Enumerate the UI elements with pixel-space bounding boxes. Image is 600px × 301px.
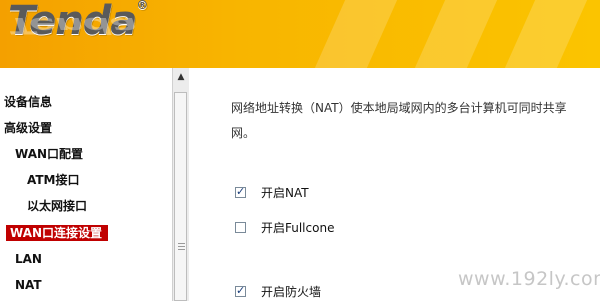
option-enable-fullcone[interactable]: 开启Fullcone	[235, 219, 334, 236]
nat-description-line2: 网。	[231, 126, 256, 140]
option-enable-firewall[interactable]: 开启防火墙	[235, 283, 321, 300]
enable-fullcone-label: 开启Fullcone	[261, 221, 335, 235]
sidebar-item-nat[interactable]: NAT	[15, 277, 42, 293]
sidebar-item-atm-interface[interactable]: ATM接口	[27, 172, 79, 188]
nat-description-line1: 网络地址转换（NAT）使本地局域网内的多台计算机可同时共享	[231, 101, 567, 115]
sidebar-item-lan[interactable]: LAN	[15, 251, 42, 267]
nat-description: 网络地址转换（NAT）使本地局域网内的多台计算机可同时共享 网。	[231, 96, 600, 146]
enable-fullcone-checkbox[interactable]	[235, 222, 246, 233]
enable-firewall-checkbox[interactable]	[235, 284, 246, 297]
enable-nat-label: 开启NAT	[261, 186, 309, 200]
sidebar-item-device-info[interactable]: 设备信息	[4, 94, 52, 110]
header-banner: Tenda® Tenda	[0, 0, 600, 68]
sidebar-item-advanced-settings[interactable]: 高级设置	[4, 120, 52, 136]
option-enable-nat[interactable]: 开启NAT	[235, 184, 309, 201]
sidebar-scrollbar[interactable]: ▲	[172, 68, 189, 301]
sidebar-item-ethernet-interface[interactable]: 以太网接口	[27, 198, 87, 214]
scroll-up-arrow-icon[interactable]: ▲	[173, 68, 189, 86]
sidebar-item-wan-config[interactable]: WAN口配置	[15, 146, 83, 162]
sidebar-nav: 设备信息 高级设置 WAN口配置 ATM接口 以太网接口 WAN口连接设置 LA…	[0, 68, 173, 301]
banner-stripe	[414, 0, 498, 68]
main-content: 网络地址转换（NAT）使本地局域网内的多台计算机可同时共享 网。 开启NAT 开…	[189, 68, 600, 301]
banner-stripe	[504, 0, 588, 68]
sidebar-item-wan-connection-settings[interactable]: WAN口连接设置	[6, 225, 109, 241]
watermark: www.192ly.com	[458, 268, 600, 290]
scroll-thumb[interactable]	[174, 92, 187, 301]
banner-stripe	[314, 0, 398, 68]
enable-nat-checkbox[interactable]	[235, 185, 246, 198]
enable-firewall-label: 开启防火墙	[261, 285, 322, 299]
grip-icon	[178, 243, 185, 251]
tenda-logo-reflection: Tenda	[8, 12, 137, 38]
